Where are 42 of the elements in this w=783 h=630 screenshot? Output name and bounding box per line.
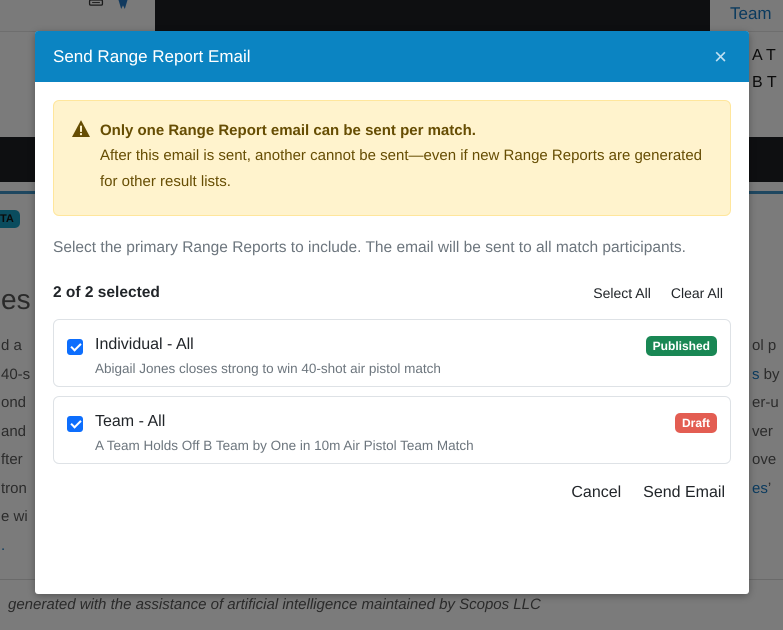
article-text: by: [762, 366, 780, 382]
article-text: ond: [1, 394, 26, 411]
article-text: tron: [1, 480, 27, 496]
report-summary: Abigail Jones closes strong to win 40-shot air pistol match: [95, 361, 442, 376]
report-title: Team - All: [95, 413, 166, 431]
status-badge: TA: [0, 210, 20, 228]
article-text: ove: [752, 451, 776, 468]
article-text: 40-s: [1, 366, 30, 382]
report-title: Individual - All: [95, 336, 195, 354]
article-text: ver: [752, 422, 773, 440]
article-text: er-u: [752, 394, 779, 411]
article-text: ol p: [752, 337, 776, 354]
article-link[interactable]: s: [752, 366, 760, 382]
status-badge: Draft: [674, 413, 717, 433]
checkbox[interactable]: [67, 339, 83, 355]
status-badge: Published: [646, 336, 717, 356]
warning-icon: [72, 120, 90, 137]
checkbox[interactable]: [67, 416, 83, 432]
select-all-button[interactable]: Select All: [585, 281, 659, 305]
article-text: e wi: [1, 508, 28, 525]
alert-text: After this email is sent, another cannot be sent—even if new Range Reports are generated for other result lists.: [100, 146, 704, 192]
header-link[interactable]: Team: [730, 4, 772, 24]
close-button[interactable]: ×: [710, 44, 731, 70]
clear-all-button[interactable]: Clear All: [662, 281, 731, 305]
article-text: d a: [1, 337, 22, 354]
selection-count: 2 of 2 selected: [53, 284, 160, 302]
article-link[interactable]: es: [752, 480, 768, 496]
article-link[interactable]: .: [1, 536, 6, 554]
alert-title: Only one Range Report email can be sent per match.: [100, 121, 477, 141]
cancel-button[interactable]: Cancel: [563, 478, 630, 508]
instructions-text: Select the primary Range Reports to include. The email will be sent to all match participants.: [53, 238, 687, 258]
article-text: and: [1, 422, 26, 440]
article-text: ’: [768, 480, 772, 496]
team-name: A T: [752, 46, 777, 66]
page-heading: es: [1, 284, 31, 316]
article-text: fter: [1, 451, 23, 468]
send-email-button[interactable]: Send Email: [635, 478, 733, 508]
ribbon-icon[interactable]: [116, 0, 130, 9]
footer-note: generated with the assistance of artificial intelligence maintained by Scopos LLC: [8, 596, 541, 613]
dialog-title: Send Range Report Email: [53, 46, 251, 66]
team-name: B T: [752, 73, 777, 93]
report-summary: A Team Holds Off B Team by One in 10m Air Pistol Team Match: [95, 438, 475, 453]
